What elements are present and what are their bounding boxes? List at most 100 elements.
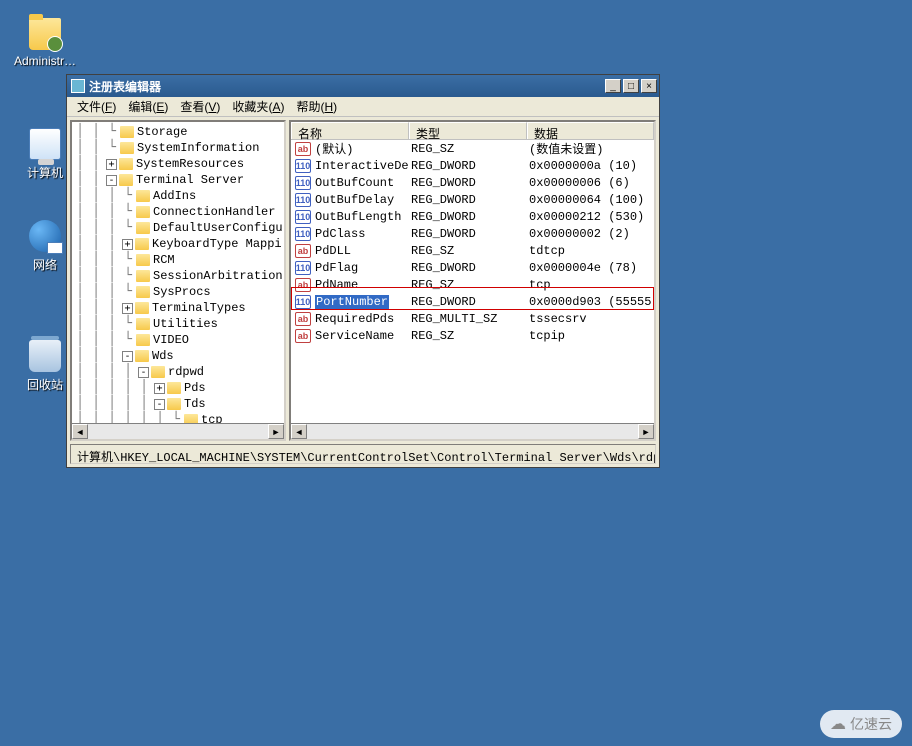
value-type: REG_DWORD (409, 159, 527, 173)
value-data: tcp (527, 278, 654, 292)
tree-item[interactable]: │││└SysProcs (72, 284, 284, 300)
list-hscroll[interactable]: ◄ ► (291, 423, 654, 439)
scroll-left-button[interactable]: ◄ (72, 424, 88, 439)
scroll-track[interactable] (88, 424, 268, 439)
dword-value-icon: 110 (295, 159, 311, 173)
collapse-icon[interactable]: - (122, 351, 133, 362)
value-data: 0x00000006 (6) (527, 176, 654, 190)
dword-value-icon: 110 (295, 261, 311, 275)
registry-value-row[interactable]: abServiceNameREG_SZtcpip (291, 327, 654, 344)
expand-icon[interactable]: + (106, 159, 117, 170)
registry-value-row[interactable]: 110OutBufCountREG_DWORD0x00000006 (6) (291, 174, 654, 191)
value-name: PdClass (313, 227, 409, 241)
folder-icon (136, 270, 150, 282)
registry-value-row[interactable]: 110OutBufDelayREG_DWORD0x00000064 (100) (291, 191, 654, 208)
expand-icon[interactable]: + (154, 383, 165, 394)
registry-value-row[interactable]: abRequiredPdsREG_MULTI_SZtssecsrv (291, 310, 654, 327)
folder-icon (184, 414, 198, 423)
menu-view[interactable]: 查看(V) (174, 96, 226, 117)
tree-item[interactable]: │││└Utilities (72, 316, 284, 332)
tree-label: tcp (201, 413, 223, 423)
tree-item[interactable]: │││└AddIns (72, 188, 284, 204)
menu-file[interactable]: 文件(F) (71, 96, 122, 117)
dword-value-icon: 110 (295, 210, 311, 224)
column-data[interactable]: 数据 (527, 122, 654, 139)
registry-value-row[interactable]: abPdNameREG_SZtcp (291, 276, 654, 293)
folder-icon (167, 398, 181, 410)
folder-icon (136, 286, 150, 298)
tree-item[interactable]: ││││-rdpwd (72, 364, 284, 380)
tree-item[interactable]: ││+SystemResources (72, 156, 284, 172)
registry-value-row[interactable]: 110PortNumberREG_DWORD0x0000d903 (55555) (291, 293, 654, 310)
tree-item[interactable]: │││└ConnectionHandler (72, 204, 284, 220)
tree-item[interactable]: │││└RCM (72, 252, 284, 268)
folder-icon (135, 238, 149, 250)
value-type: REG_SZ (409, 278, 527, 292)
tree-item[interactable]: │││└DefaultUserConfigu (72, 220, 284, 236)
dword-value-icon: 110 (295, 176, 311, 190)
tree-item[interactable]: │││└VIDEO (72, 332, 284, 348)
scroll-track[interactable] (307, 424, 638, 439)
list-pane[interactable]: 名称 类型 数据 ab(默认)REG_SZ(数值未设置)110Interacti… (289, 120, 656, 441)
value-data: tssecsrv (527, 312, 654, 326)
regedit-icon (71, 79, 85, 93)
value-name: PdDLL (313, 244, 409, 258)
tree-item[interactable]: ││-Terminal Server (72, 172, 284, 188)
string-value-icon: ab (295, 142, 311, 156)
registry-value-row[interactable]: 110OutBufLengthREG_DWORD0x00000212 (530) (291, 208, 654, 225)
value-type: REG_DWORD (409, 261, 527, 275)
expand-icon[interactable]: + (122, 303, 133, 314)
value-data: tdtcp (527, 244, 654, 258)
value-name: PortNumber (313, 295, 409, 309)
close-button[interactable]: × (641, 79, 657, 93)
tree-item[interactable]: │││-Wds (72, 348, 284, 364)
tree-item[interactable]: ││││││└tcp (72, 412, 284, 423)
value-name: PdName (313, 278, 409, 292)
tree-item[interactable]: ││└Storage (72, 124, 284, 140)
minimize-button[interactable]: _ (605, 79, 621, 93)
registry-value-row[interactable]: abPdDLLREG_SZtdtcp (291, 242, 654, 259)
registry-value-row[interactable]: 110PdFlagREG_DWORD0x0000004e (78) (291, 259, 654, 276)
scroll-left-button[interactable]: ◄ (291, 424, 307, 439)
tree-label: SysProcs (153, 285, 211, 299)
tree-item[interactable]: │││││+Pds (72, 380, 284, 396)
value-data: 0x00000002 (2) (527, 227, 654, 241)
tree-item[interactable]: │││+KeyboardType Mappi (72, 236, 284, 252)
registry-value-row[interactable]: 110PdClassREG_DWORD0x00000002 (2) (291, 225, 654, 242)
tree-item[interactable]: │││││-Tds (72, 396, 284, 412)
value-data: 0x0000d903 (55555) (527, 295, 654, 309)
menu-edit[interactable]: 编辑(E) (122, 96, 174, 117)
string-value-icon: ab (295, 244, 311, 258)
menu-favorites[interactable]: 收藏夹(A) (226, 96, 290, 117)
string-value-icon: ab (295, 329, 311, 343)
collapse-icon[interactable]: - (138, 367, 149, 378)
tree-label: Pds (184, 381, 206, 395)
collapse-icon[interactable]: - (154, 399, 165, 410)
tree-label: rdpwd (168, 365, 204, 379)
tree-item[interactable]: ││└SystemInformation (72, 140, 284, 156)
value-name: PdFlag (313, 261, 409, 275)
menu-help[interactable]: 帮助(H) (290, 96, 343, 117)
tree-pane[interactable]: ││└Storage││└SystemInformation││+SystemR… (70, 120, 286, 441)
scroll-right-button[interactable]: ► (268, 424, 284, 439)
registry-value-row[interactable]: ab(默认)REG_SZ(数值未设置) (291, 140, 654, 157)
value-data: tcpip (527, 329, 654, 343)
expand-icon[interactable]: + (122, 239, 133, 250)
value-name: InteractiveDelay (313, 159, 409, 173)
column-type[interactable]: 类型 (409, 122, 527, 139)
tree-hscroll[interactable]: ◄ ► (72, 423, 284, 439)
tree-label: TerminalTypes (152, 301, 246, 315)
tree-item[interactable]: │││└SessionArbitration (72, 268, 284, 284)
collapse-icon[interactable]: - (106, 175, 117, 186)
tree-label: KeyboardType Mappi (152, 237, 282, 251)
registry-value-row[interactable]: 110InteractiveDelayREG_DWORD0x0000000a (… (291, 157, 654, 174)
value-data: 0x00000064 (100) (527, 193, 654, 207)
titlebar[interactable]: 注册表编辑器 _ □ × (67, 75, 659, 97)
desktop-icon-administrator[interactable]: Administr… (10, 18, 80, 68)
folder-icon (151, 366, 165, 378)
scroll-right-button[interactable]: ► (638, 424, 654, 439)
column-name[interactable]: 名称 (291, 122, 409, 139)
registry-editor-window: 注册表编辑器 _ □ × 文件(F) 编辑(E) 查看(V) 收藏夹(A) 帮助… (66, 74, 660, 468)
maximize-button[interactable]: □ (623, 79, 639, 93)
tree-item[interactable]: │││+TerminalTypes (72, 300, 284, 316)
